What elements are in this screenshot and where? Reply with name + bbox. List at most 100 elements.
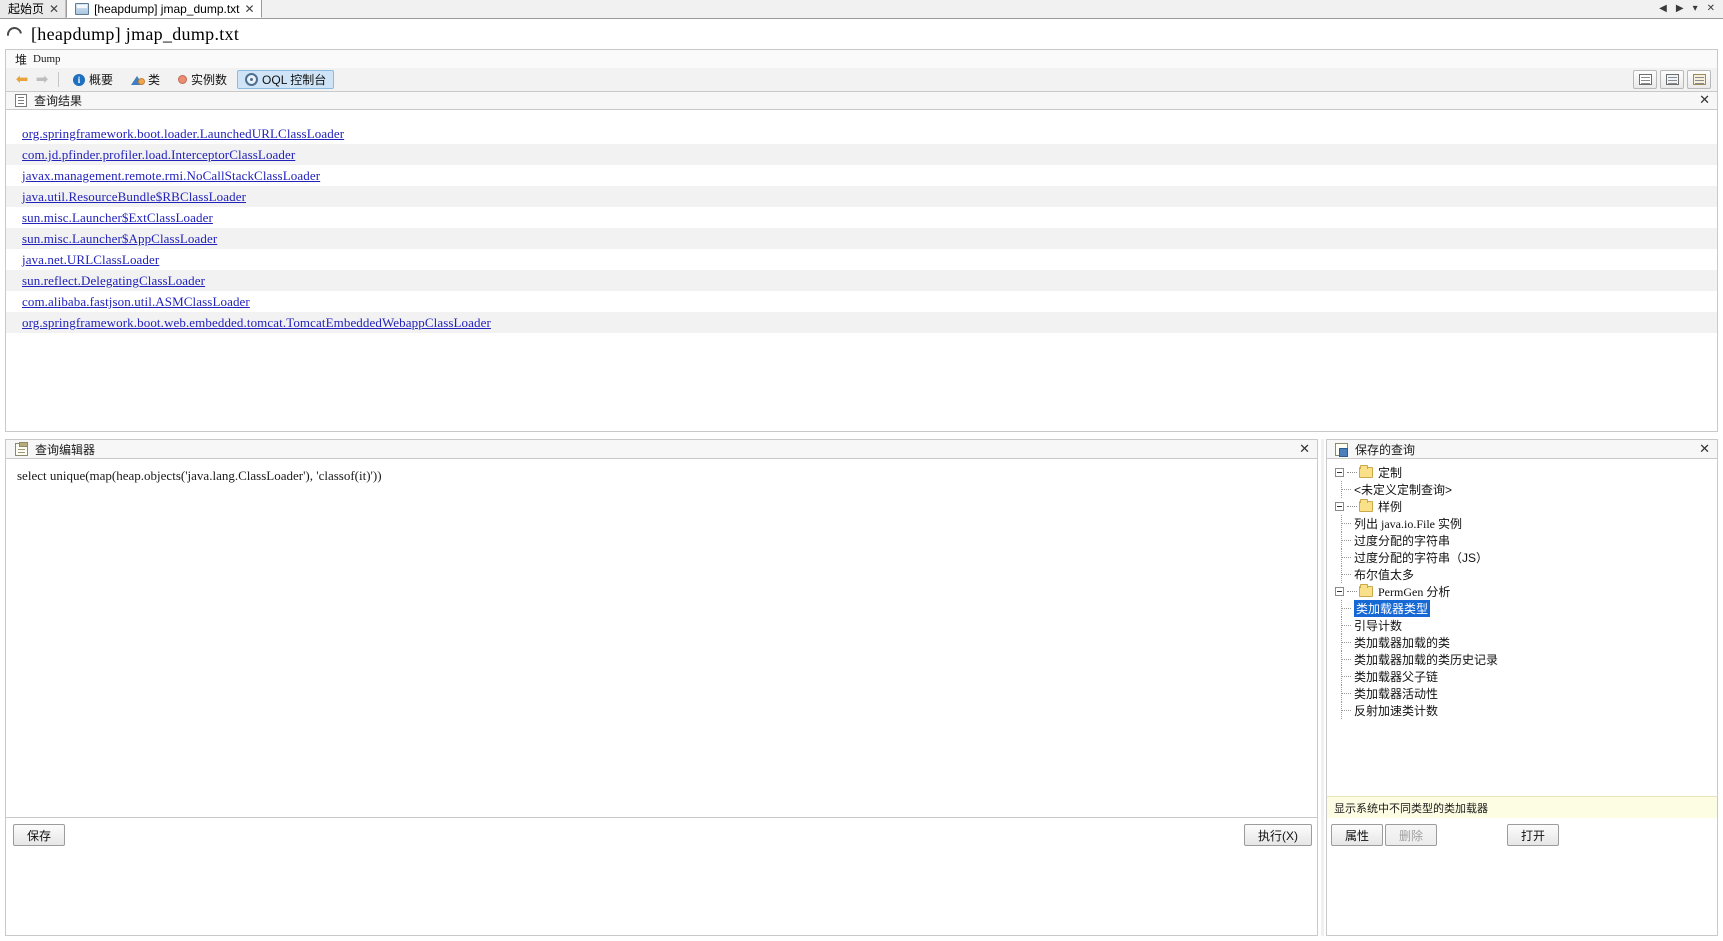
tree-item-label: 反射加速类计数 <box>1354 704 1439 718</box>
collapse-icon[interactable] <box>1335 468 1344 477</box>
query-result-body: org.springframework.boot.loader.Launched… <box>5 110 1718 432</box>
query-editor-input[interactable]: select unique(map(heap.objects('java.lan… <box>17 468 1317 484</box>
instances-icon <box>178 75 188 84</box>
class-link[interactable]: sun.misc.Launcher$ExtClassLoader <box>22 210 213 225</box>
list-item[interactable]: sun.reflect.DelegatingClassLoader <box>6 270 1717 291</box>
open-button[interactable]: 打开 <box>1507 824 1559 846</box>
class-link[interactable]: org.springframework.boot.web.embedded.to… <box>22 315 491 330</box>
tree-connector <box>1342 710 1351 711</box>
list-item[interactable]: javax.management.remote.rmi.NoCallStackC… <box>6 165 1717 186</box>
vertical-splitter[interactable] <box>1321 439 1324 936</box>
class-link[interactable]: com.alibaba.fastjson.util.ASMClassLoader <box>22 294 250 309</box>
collapse-icon[interactable] <box>1335 502 1344 511</box>
close-icon[interactable]: ✕ <box>1699 443 1710 456</box>
editor-icon <box>15 441 28 456</box>
tree-connector <box>1342 625 1351 626</box>
query-result-title: 查询结果 <box>34 94 83 108</box>
tree-item-classloader-types[interactable]: 类加载器类型 <box>1327 600 1717 617</box>
tree-item-classes-loaded-by-classloader[interactable]: 类加载器加载的类 <box>1327 634 1717 651</box>
tab-overview[interactable]: i 概要 <box>65 70 121 89</box>
tree-item-label: <未定义定制查询> <box>1354 483 1453 497</box>
close-icon[interactable]: ✕ <box>1299 443 1310 456</box>
list-item[interactable]: java.net.URLClassLoader <box>6 249 1717 270</box>
query-result-list: org.springframework.boot.loader.Launched… <box>6 123 1717 333</box>
list-item[interactable]: sun.misc.Launcher$ExtClassLoader <box>6 207 1717 228</box>
save-snapshot-icon[interactable] <box>1687 70 1711 89</box>
tab-oql-console-label: OQL 控制台 <box>262 73 327 87</box>
tree-item-label: 类加载器加载的类 <box>1354 636 1451 650</box>
class-link[interactable]: java.net.URLClassLoader <box>22 252 159 267</box>
tree-connector <box>1342 574 1351 575</box>
document-title-bar: [heapdump] jmap_dump.txt <box>0 19 1723 49</box>
tree-item-undefined-custom-query[interactable]: <未定义定制查询> <box>1327 481 1717 498</box>
tree-connector <box>1342 676 1351 677</box>
list-item[interactable]: sun.misc.Launcher$AppClassLoader <box>6 228 1717 249</box>
collapse-icon[interactable] <box>1335 587 1344 596</box>
tree-item-list-file-instances[interactable]: 列出 java.io.File 实例 <box>1327 515 1717 532</box>
classes-icon <box>131 74 146 85</box>
heapdump-icon <box>75 2 90 15</box>
tree-connector <box>1342 659 1351 660</box>
scroll-right-icon[interactable]: ▶ <box>1676 3 1684 14</box>
tab-instances-label: 实例数 <box>191 73 228 87</box>
tree-item-classloader-liveness[interactable]: 类加载器活动性 <box>1327 685 1717 702</box>
close-window-icon[interactable]: ✕ <box>1707 3 1715 14</box>
tree-item-classloader-history[interactable]: 类加载器加载的类历史记录 <box>1327 651 1717 668</box>
tab-list-icon[interactable]: ▾ <box>1693 3 1698 14</box>
close-icon[interactable]: ✕ <box>1699 94 1710 107</box>
class-link[interactable]: com.jd.pfinder.profiler.load.Interceptor… <box>22 147 295 162</box>
folder-icon <box>1359 499 1373 512</box>
tree-connector <box>1342 642 1351 643</box>
list-item[interactable]: com.jd.pfinder.profiler.load.Interceptor… <box>6 144 1717 165</box>
list-item[interactable]: java.util.ResourceBundle$RBClassLoader <box>6 186 1717 207</box>
tree-item-label: 类加载器父子链 <box>1354 670 1439 684</box>
list-item[interactable]: com.alibaba.fastjson.util.ASMClassLoader <box>6 291 1717 312</box>
tree-item-overallocated-strings[interactable]: 过度分配的字符串 <box>1327 532 1717 549</box>
tab-heapdump-label: [heapdump] jmap_dump.txt <box>94 1 240 16</box>
properties-button[interactable]: 属性 <box>1331 824 1383 846</box>
execute-button[interactable]: 执行(X) <box>1244 824 1312 846</box>
tab-oql-console[interactable]: OQL 控制台 <box>237 70 335 89</box>
tabstrip-controls: ◀ ▶ ▾ ✕ <box>1659 0 1723 18</box>
class-link[interactable]: java.util.ResourceBundle$RBClassLoader <box>22 189 246 204</box>
close-icon[interactable]: ✕ <box>245 3 255 15</box>
tree-item-classloader-parent-chain[interactable]: 类加载器父子链 <box>1327 668 1717 685</box>
tree-item-overallocated-strings-js[interactable]: 过度分配的字符串（JS） <box>1327 549 1717 566</box>
tab-classes[interactable]: 类 <box>123 70 168 89</box>
query-editor-footer <box>5 818 1318 936</box>
list-item[interactable]: org.springframework.boot.web.embedded.to… <box>6 312 1717 333</box>
tree-connector <box>1342 489 1351 490</box>
list-item[interactable]: org.springframework.boot.loader.Launched… <box>6 123 1717 144</box>
tab-instances[interactable]: 实例数 <box>170 70 235 89</box>
class-link[interactable]: org.springframework.boot.loader.Launched… <box>22 126 344 141</box>
tree-folder-permgen-analysis[interactable]: PermGen 分析 <box>1327 583 1717 600</box>
arrow-left-icon[interactable]: ⬅ <box>12 71 32 89</box>
tree-item-reflection-accessor-count[interactable]: 反射加速类计数 <box>1327 702 1717 719</box>
class-link[interactable]: javax.management.remote.rmi.NoCallStackC… <box>22 168 320 183</box>
arrow-right-icon[interactable]: ➡ <box>32 71 52 89</box>
heap-dump-header: 堆 Dump <box>5 49 1718 68</box>
list-view-icon[interactable] <box>1633 70 1657 89</box>
class-link[interactable]: sun.reflect.DelegatingClassLoader <box>22 273 205 288</box>
tab-overview-label: 概要 <box>89 73 114 87</box>
tab-start-page-label: 起始页 <box>8 2 45 16</box>
tree-folder-samples[interactable]: 样例 <box>1327 498 1717 515</box>
tree-item-bootstrap-count[interactable]: 引导计数 <box>1327 617 1717 634</box>
folder-icon <box>1359 465 1373 478</box>
save-button[interactable]: 保存 <box>13 824 65 846</box>
snapshot-icon[interactable] <box>1660 70 1684 89</box>
tree-item-too-many-booleans[interactable]: 布尔值太多 <box>1327 566 1717 583</box>
tab-start-page[interactable]: 起始页 ✕ <box>0 0 67 18</box>
tree-item-label: 过度分配的字符串 <box>1354 534 1451 548</box>
dump-label: Dump <box>33 53 61 65</box>
query-editor-body[interactable]: select unique(map(heap.objects('java.lan… <box>5 459 1318 818</box>
info-icon: i <box>73 73 85 86</box>
tree-connector <box>1347 591 1357 592</box>
scroll-left-icon[interactable]: ◀ <box>1659 3 1667 14</box>
class-link[interactable]: sun.misc.Launcher$AppClassLoader <box>22 231 217 246</box>
tree-connector <box>1342 523 1351 524</box>
close-icon[interactable]: ✕ <box>49 3 59 15</box>
tree-folder-custom[interactable]: 定制 <box>1327 464 1717 481</box>
tab-heapdump[interactable]: [heapdump] jmap_dump.txt ✕ <box>66 0 262 18</box>
delete-button: 删除 <box>1385 824 1437 846</box>
